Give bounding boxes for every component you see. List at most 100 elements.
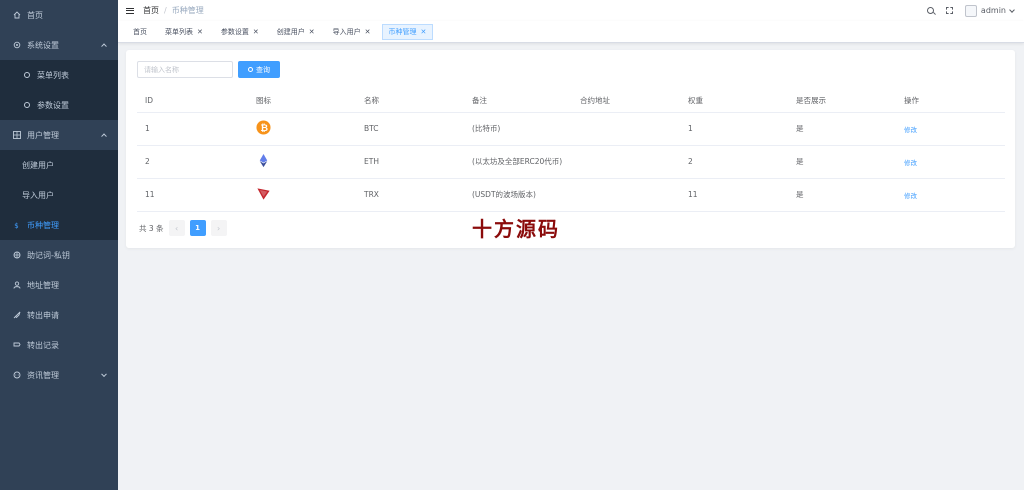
sidebar-item-news-management[interactable]: 资讯管理 [0,360,118,390]
query-button-label: 查询 [256,65,270,74]
cell-show: 是 [788,178,896,212]
query-button[interactable]: 查询 [238,61,280,78]
bitcoin-icon: ₿ [256,120,271,135]
circle-icon [24,72,30,78]
hamburger-icon[interactable] [126,7,134,14]
cell-contract [572,112,680,146]
navbar-right: admin [926,0,1015,21]
sidebar-item-home[interactable]: 首页 [0,0,118,30]
pagination-total: 共 3 条 [139,223,164,233]
column-header: 图标 [248,89,356,113]
sidebar-item-withdraw-record[interactable]: 转出记录 [0,330,118,360]
sidebar-item-label: 创建用户 [22,160,54,170]
table-row: 11 TRX (USDT的波场版本) 11 是 修改 [137,178,1005,212]
sidebar-item-label: 转出记录 [27,340,59,350]
edit-link[interactable]: 修改 [904,159,917,167]
close-icon[interactable]: ✕ [197,28,203,36]
receipt-icon [12,341,21,350]
breadcrumb: 首页 / 币种管理 [143,5,204,16]
tag-create-user[interactable]: 创建用户 ✕ [270,24,322,40]
submenu-system-settings: 菜单列表 参数设置 [0,60,118,120]
cell-weight: 11 [680,178,788,212]
tag-menu-list[interactable]: 菜单列表 ✕ [158,24,210,40]
sidebar: 首页 系统设置 菜单列表 参数设置 用户管理 创建用户 导入用户 $ 币种管理 … [0,0,118,490]
tag-coin-management[interactable]: 币种管理 ✕ [381,23,434,40]
sidebar-item-label: 系统设置 [27,40,59,50]
watermark-text: 十方源码 [472,217,560,241]
cell-icon: ₿ [248,112,356,146]
ethereum-icon [259,153,268,168]
tron-icon [257,188,270,200]
main-card: 查询 ID 图标 名称 备注 合约地址 权重 是否展示 操作 1 [126,50,1015,248]
tag-label: 创建用户 [276,27,305,36]
breadcrumb-home[interactable]: 首页 [143,5,159,16]
sidebar-item-label: 资讯管理 [27,370,59,380]
cell-action: 修改 [896,145,1005,179]
avatar [964,4,977,17]
user-dropdown[interactable]: admin [964,4,1015,17]
tag-home[interactable]: 首页 [126,24,154,40]
tag-import-user[interactable]: 导入用户 ✕ [326,24,378,40]
fullscreen-icon[interactable] [945,7,953,14]
page-number-current[interactable]: 1 [189,220,206,236]
sidebar-item-coin-management[interactable]: $ 币种管理 [0,210,118,240]
search-icon[interactable] [926,7,934,14]
close-icon[interactable]: ✕ [309,28,315,36]
cell-contract [572,145,680,179]
cell-name: ETH [356,145,464,179]
cell-icon [248,178,356,212]
column-header: 权重 [680,89,788,113]
coin-table: ID 图标 名称 备注 合约地址 权重 是否展示 操作 1 ₿ BTC (比特币… [137,89,1005,212]
chevron-up-icon [101,43,107,50]
sidebar-item-address-management[interactable]: 地址管理 [0,270,118,300]
table-row: 2 ETH (以太坊及全部ERC20代币) 2 是 修改 [137,145,1005,179]
cell-id: 1 [137,112,248,146]
grid-icon [12,131,21,140]
sidebar-item-system-settings[interactable]: 系统设置 [0,30,118,60]
sidebar-item-user-management[interactable]: 用户管理 [0,120,118,150]
cell-action: 修改 [896,178,1005,212]
chat-icon [12,371,21,380]
cell-name: TRX [356,178,464,212]
next-page-button[interactable]: › [210,220,227,236]
tag-param-settings[interactable]: 参数设置 ✕ [214,24,266,40]
sidebar-item-import-user[interactable]: 导入用户 [0,180,118,210]
edit-link[interactable]: 修改 [904,126,917,134]
cell-id: 2 [137,145,248,179]
sidebar-item-withdraw-request[interactable]: 转出申请 [0,300,118,330]
chevron-down-icon [1009,6,1015,13]
column-header: 操作 [896,89,1005,113]
sidebar-item-label: 币种管理 [27,220,59,230]
close-icon[interactable]: ✕ [365,28,371,36]
rocket-icon [12,311,21,320]
edit-link[interactable]: 修改 [904,192,917,200]
column-header: 是否展示 [788,89,896,113]
column-header: 合约地址 [572,89,680,113]
sidebar-item-label: 用户管理 [27,130,59,140]
column-header: ID [137,89,248,113]
home-icon [12,11,21,20]
cell-id: 11 [137,178,248,212]
search-input[interactable] [137,61,233,78]
sidebar-item-mnemonic[interactable]: 助记词-私钥 [0,240,118,270]
pagination: 共 3 条 ‹ 1 › [139,220,227,236]
table-row: 1 ₿ BTC (比特币) 1 是 修改 [137,112,1005,146]
username: admin [980,6,1006,15]
sidebar-item-create-user[interactable]: 创建用户 [0,150,118,180]
cell-show: 是 [788,112,896,146]
sidebar-item-param-settings[interactable]: 参数设置 [0,90,118,120]
close-icon[interactable]: ✕ [253,28,259,36]
cell-note: (USDT的波场版本) [464,178,572,212]
table-header-row: ID 图标 名称 备注 合约地址 权重 是否展示 操作 [137,89,1005,113]
sidebar-item-label: 转出申请 [27,310,59,320]
sidebar-item-label: 参数设置 [37,100,69,110]
cell-contract [572,178,680,212]
tag-label: 导入用户 [332,27,361,36]
sidebar-item-label: 地址管理 [27,280,59,290]
tag-label: 参数设置 [220,27,249,36]
sidebar-item-label: 菜单列表 [37,70,69,80]
close-icon[interactable]: ✕ [421,28,427,36]
sidebar-item-menu-list[interactable]: 菜单列表 [0,60,118,90]
prev-page-button[interactable]: ‹ [168,220,185,236]
cell-show: 是 [788,145,896,179]
